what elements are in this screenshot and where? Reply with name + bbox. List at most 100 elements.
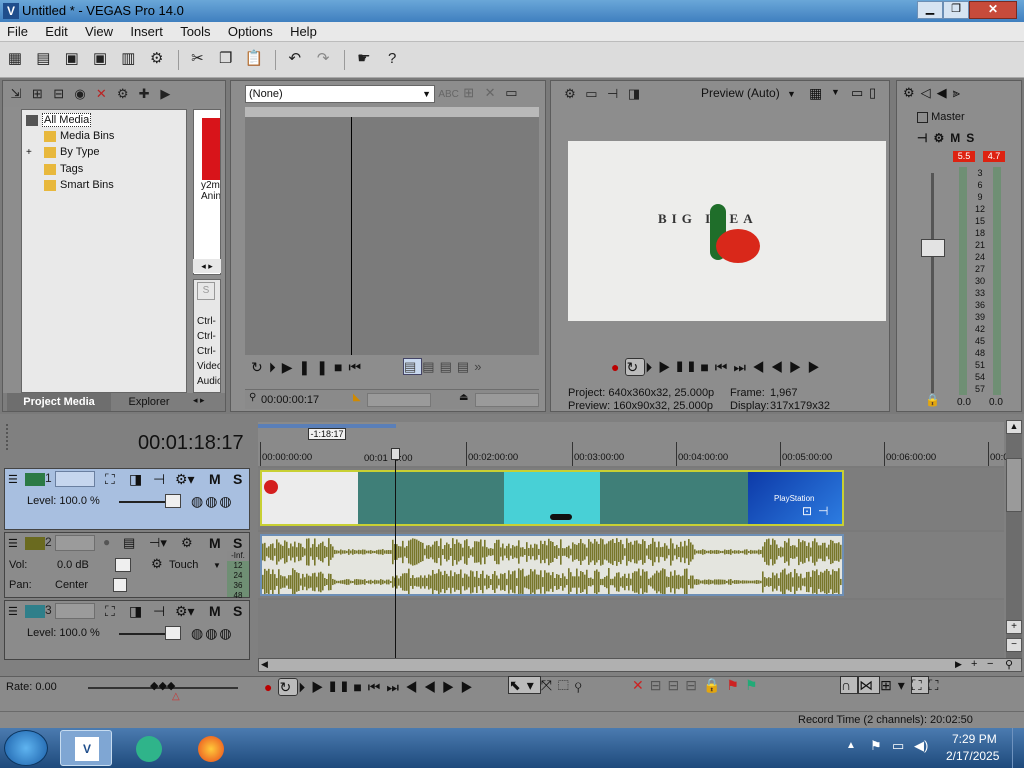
restore-button[interactable]: ❐ <box>943 1 969 19</box>
tree-item-media-bins[interactable]: Media Bins <box>26 128 182 144</box>
in-point-field[interactable] <box>367 393 431 407</box>
selection-tool-icon[interactable]: ⬚ <box>558 677 575 693</box>
audio-clip[interactable] <box>260 534 844 596</box>
go-start-icon[interactable]: ⏮ <box>368 679 387 695</box>
master-fx-small-icon[interactable]: ⚙ <box>933 131 950 145</box>
arm-record-icon[interactable]: ● <box>103 535 110 549</box>
split-icon[interactable]: ⊟ <box>685 677 703 693</box>
menu-view[interactable]: View <box>78 22 120 42</box>
track-grip-icon[interactable]: ☰ <box>8 473 18 486</box>
track-solo-button[interactable]: S <box>233 471 242 487</box>
show-desktop-button[interactable] <box>1012 728 1024 768</box>
tab-project-media[interactable]: Project Media <box>7 393 111 411</box>
menu-tools[interactable]: Tools <box>173 22 217 42</box>
composite-icons[interactable]: ◍◍◍ <box>191 625 234 642</box>
track-name-field[interactable] <box>55 471 95 487</box>
add-to-timeline-icon[interactable]: ▤ <box>422 359 439 374</box>
stop-icon[interactable]: ■ <box>700 359 714 375</box>
scroll-right-icon[interactable]: ▶ <box>955 659 962 670</box>
external-monitor-icon[interactable]: ▭ <box>582 85 600 103</box>
next-frame-icon[interactable]: ⏭ <box>733 359 752 375</box>
play-from-start-icon[interactable]: ⏵ <box>298 679 311 695</box>
help-icon[interactable]: ? <box>381 48 403 70</box>
stop-icon[interactable]: ■ <box>353 679 367 695</box>
lock-envelopes-icon[interactable]: ⛶ <box>910 676 929 694</box>
track-fx-icon[interactable]: ⚙ <box>181 535 193 551</box>
network-icon[interactable]: ▭ <box>892 738 904 754</box>
split-screen-icon[interactable]: ⊣ <box>604 85 622 103</box>
open-icon[interactable]: ▤ <box>32 48 54 70</box>
automation-icon[interactable]: ⚙ <box>151 556 163 572</box>
delete-icon[interactable]: ✕ <box>632 677 650 693</box>
trim-start-icon[interactable]: ⊟ <box>650 677 668 693</box>
automation-mode[interactable]: Touch <box>169 559 198 571</box>
downmix-icon[interactable]: ◁ <box>921 85 937 100</box>
mixer-settings-icon[interactable]: ⫸ <box>953 85 966 100</box>
overlays-dropdown-icon[interactable]: ▼ <box>831 87 840 97</box>
pause-icon[interactable]: ❚❚ <box>330 679 354 695</box>
lane-video-3[interactable] <box>258 600 1004 660</box>
track-header-video-3[interactable]: ☰ 3 ⛶ ◨ ⊣ ⚙▾ M S Level: 100.0 % ◍◍◍ <box>4 600 250 660</box>
scroll-up-icon[interactable]: ▲ <box>1006 420 1022 434</box>
rewind-icon[interactable]: ◀◀ <box>752 359 789 375</box>
loop-playback-icon[interactable]: ↻ <box>625 358 646 376</box>
capture-icon[interactable]: ⊞ <box>28 85 46 103</box>
copy-icon[interactable]: ❐ <box>215 48 237 70</box>
play-from-start-icon[interactable]: ⏵ <box>645 359 658 375</box>
minimize-button[interactable]: ▁ <box>917 1 943 19</box>
properties-icon[interactable]: ⚙ <box>146 48 168 70</box>
fx-icon[interactable]: ⚙ <box>114 85 132 103</box>
tree-item-by-type[interactable]: + By Type <box>26 144 182 161</box>
overlays-icon[interactable]: ▦ <box>809 85 822 102</box>
snapping-icon[interactable]: ∩ <box>840 676 859 694</box>
tree-item-all-media[interactable]: All Media <box>26 112 182 128</box>
lock-icon[interactable]: 🔒 <box>703 677 726 693</box>
vol-slider-thumb[interactable] <box>115 558 131 572</box>
loop-icon[interactable]: ↻ <box>251 359 269 375</box>
save-icon[interactable]: ▣ <box>61 48 83 70</box>
tab-explorer[interactable]: Explorer <box>113 393 185 411</box>
play-icon[interactable]: ▶ <box>282 359 299 375</box>
start-button[interactable] <box>4 730 48 766</box>
stop-icon[interactable]: ■ <box>334 359 348 375</box>
tree-item-smart-bins[interactable]: Smart Bins <box>26 177 182 193</box>
master-solo-button[interactable]: S <box>966 131 980 145</box>
zoom-in-horz-icon[interactable]: + <box>971 658 977 670</box>
insert-region-icon[interactable]: ⚑ <box>745 677 764 693</box>
undo-icon[interactable]: ↶ <box>284 48 306 70</box>
play-icon[interactable]: ▶ <box>311 679 330 695</box>
forward-icon[interactable]: ▶▶ <box>789 359 826 375</box>
add-after-icon[interactable]: ▤ <box>457 359 474 374</box>
track-expand-icon[interactable]: ⊣ <box>153 603 165 620</box>
add-before-icon[interactable]: ▤ <box>440 359 457 374</box>
track-mute-button[interactable]: M <box>209 535 221 551</box>
prev-icon[interactable]: ⏮ <box>348 359 367 375</box>
pan-slider-thumb[interactable] <box>113 578 127 592</box>
master-fader[interactable] <box>921 239 945 257</box>
menu-options[interactable]: Options <box>221 22 280 42</box>
vegas-app-icon[interactable]: V <box>3 3 19 19</box>
video-fx-icon[interactable]: ⚙ <box>561 85 579 103</box>
composite-icons[interactable]: ◍◍◍ <box>191 493 234 510</box>
expand-plus-icon[interactable]: + <box>26 145 36 161</box>
trimmer-window-icon[interactable]: ▭ <box>502 84 520 102</box>
web-icon[interactable]: ◉ <box>71 85 89 103</box>
enable-snapping-icon[interactable]: ☛ <box>353 48 375 70</box>
play-preview-icon[interactable]: ▶ <box>156 85 174 103</box>
record-icon[interactable]: ● <box>264 679 278 695</box>
prev-frame-icon[interactable]: ⏮ <box>715 359 734 375</box>
track-motion-icon[interactable]: ⛶ <box>105 603 115 620</box>
loop-playback-icon[interactable]: ↻ <box>278 678 299 696</box>
trimmer-dropdown[interactable]: (None) ▼ <box>245 85 435 103</box>
media-scroll[interactable]: ◂ ▸ <box>193 259 221 273</box>
track-grip-icon[interactable]: ☰ <box>8 605 18 618</box>
tab-scroll-arrows[interactable]: ◂ ▸ <box>193 395 205 406</box>
track-name-field[interactable] <box>55 535 95 551</box>
menu-file[interactable]: File <box>0 22 35 42</box>
prev-frame-icon[interactable]: ◀◀ <box>405 679 442 695</box>
spell-icon[interactable]: ABC <box>438 86 459 104</box>
envelope-tool-icon[interactable]: ⤧ <box>541 677 558 693</box>
copy-snapshot-icon[interactable]: ▭ <box>851 85 863 101</box>
volume-icon[interactable]: ◀) <box>914 738 928 754</box>
tree-item-tags[interactable]: Tags <box>26 161 182 177</box>
